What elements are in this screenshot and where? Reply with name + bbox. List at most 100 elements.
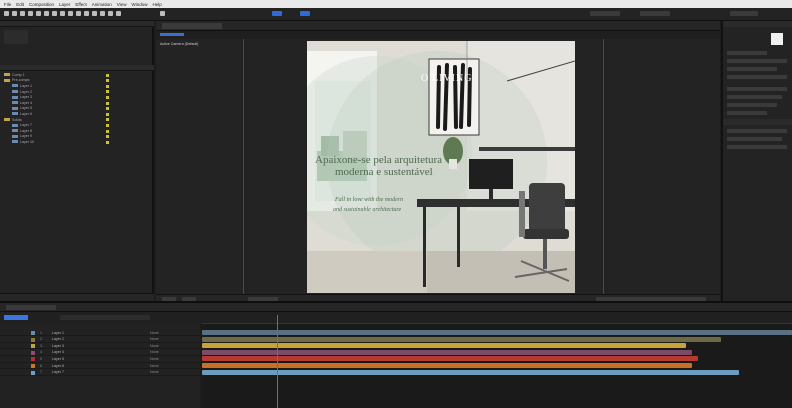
pan-behind-tool-icon[interactable] (52, 11, 57, 16)
property-row[interactable] (727, 87, 787, 91)
label-color-swatch[interactable] (106, 123, 109, 127)
menu-item-view[interactable]: View (117, 2, 127, 7)
layer-duration-bar[interactable] (202, 343, 686, 349)
property-row[interactable] (727, 129, 787, 133)
layer-name[interactable]: Layer 6 (52, 364, 64, 368)
layer-label-color[interactable] (31, 364, 35, 368)
fill-color-swatch[interactable] (272, 11, 282, 16)
timeline-layer-row[interactable]: 1 Layer 1 None (0, 330, 200, 337)
label-color-swatch[interactable] (106, 112, 109, 116)
roto-brush-tool-icon[interactable] (108, 11, 113, 16)
menu-item-edit[interactable]: Edit (16, 2, 24, 7)
menu-item-help[interactable]: Help (152, 2, 161, 7)
timeline-layer-row[interactable]: 5 Layer 5 None (0, 356, 200, 363)
clone-stamp-tool-icon[interactable] (92, 11, 97, 16)
shape-tool-icon[interactable] (60, 11, 65, 16)
menu-item-animation[interactable]: Animation (92, 2, 112, 7)
layer-duration-bar[interactable] (202, 336, 722, 342)
layer-duration-bar[interactable] (202, 369, 739, 375)
layer-label-color[interactable] (31, 350, 35, 355)
tab-composition[interactable] (162, 23, 222, 29)
layer-parent-dropdown[interactable]: None (150, 357, 159, 361)
layer-name[interactable]: Layer 2 (52, 337, 64, 341)
time-ruler[interactable] (202, 315, 792, 324)
layer-label-color[interactable] (31, 370, 35, 375)
layer-label-color[interactable] (31, 337, 35, 342)
timeline-layer-row[interactable]: 6 Layer 6 None (0, 363, 200, 370)
property-row[interactable] (727, 137, 782, 141)
property-row[interactable] (727, 145, 787, 149)
label-color-swatch[interactable] (106, 95, 109, 99)
property-row[interactable] (727, 111, 767, 115)
project-item[interactable]: Layer 10 (0, 139, 152, 145)
layer-duration-bar[interactable] (202, 330, 792, 335)
label-color-swatch[interactable] (106, 73, 109, 77)
menu-item-file[interactable]: File (4, 2, 11, 7)
composition-canvas[interactable]: Active Camera (Default) O'LIVING Apaixon… (156, 39, 720, 296)
layer-name[interactable]: Layer 5 (52, 357, 64, 361)
menu-item-window[interactable]: Window (131, 2, 147, 7)
property-row[interactable] (727, 75, 787, 79)
layer-duration-bar[interactable] (202, 363, 692, 368)
layer-name[interactable]: Layer 3 (52, 344, 64, 348)
label-color-swatch[interactable] (106, 84, 109, 88)
selection-tool-icon[interactable] (12, 11, 17, 16)
timeline-layer-row[interactable]: 2 Layer 2 None (0, 337, 200, 343)
timeline-layer-row[interactable]: 7 Layer 7 None (0, 370, 200, 376)
search-help-field[interactable] (730, 11, 758, 16)
stroke-color-swatch[interactable] (300, 11, 310, 16)
layer-duration-bar[interactable] (202, 349, 692, 355)
timeline-layer-bars (202, 324, 792, 408)
layer-label-color[interactable] (31, 344, 35, 349)
puppet-tool-icon[interactable] (116, 11, 121, 16)
playhead[interactable] (277, 315, 278, 408)
camera-tool-icon[interactable] (44, 11, 49, 16)
property-row[interactable] (727, 95, 782, 99)
layer-name[interactable]: Layer 7 (52, 370, 64, 374)
pen-tool-icon[interactable] (68, 11, 73, 16)
layer-label-color[interactable] (31, 357, 35, 362)
layer-search-field[interactable] (60, 315, 150, 320)
timeline-layer-row[interactable]: 4 Layer 4 None (0, 350, 200, 356)
label-color-swatch[interactable] (106, 129, 109, 133)
property-row[interactable] (727, 59, 787, 63)
label-color-swatch[interactable] (106, 79, 109, 83)
label-color-swatch[interactable] (106, 101, 109, 105)
layer-parent-dropdown[interactable]: None (150, 364, 159, 368)
layer-name[interactable]: Layer 4 (52, 350, 64, 354)
current-time-display[interactable] (4, 315, 28, 320)
layer-parent-dropdown[interactable]: None (150, 370, 159, 374)
workspace-learn-button[interactable] (640, 11, 670, 16)
layer-label-color[interactable] (31, 331, 35, 335)
label-color-swatch[interactable] (106, 90, 109, 94)
layer-parent-dropdown[interactable]: None (150, 350, 159, 354)
property-row[interactable] (727, 103, 777, 107)
artboard-image[interactable]: O'LIVING Apaixone-se pela arquitetura mo… (307, 41, 575, 293)
timeline-layer-row[interactable]: 3 Layer 3 None (0, 343, 200, 350)
eraser-tool-icon[interactable] (100, 11, 105, 16)
label-color-swatch[interactable] (106, 135, 109, 139)
layer-parent-dropdown[interactable]: None (150, 337, 159, 341)
property-row[interactable] (727, 51, 767, 55)
comp-breadcrumb-item[interactable] (160, 33, 184, 36)
rotate-tool-icon[interactable] (36, 11, 41, 16)
layer-parent-dropdown[interactable]: None (150, 331, 159, 335)
type-tool-icon[interactable] (76, 11, 81, 16)
menu-item-effect[interactable]: Effect (75, 2, 86, 7)
snapping-icon[interactable] (160, 11, 165, 16)
hand-tool-icon[interactable] (20, 11, 25, 16)
brush-tool-icon[interactable] (84, 11, 89, 16)
label-color-swatch[interactable] (106, 140, 109, 144)
property-row[interactable] (727, 67, 777, 71)
menu-item-layer[interactable]: Layer (59, 2, 70, 7)
fill-preview-icon[interactable] (771, 33, 783, 45)
label-color-swatch[interactable] (106, 118, 109, 122)
workspace-default-button[interactable] (590, 11, 620, 16)
home-icon[interactable] (4, 11, 9, 16)
zoom-tool-icon[interactable] (28, 11, 33, 16)
tab-timeline-comp[interactable] (6, 305, 56, 310)
label-color-swatch[interactable] (106, 107, 109, 111)
layer-parent-dropdown[interactable]: None (150, 344, 159, 348)
layer-name[interactable]: Layer 1 (52, 331, 64, 335)
menu-item-composition[interactable]: Composition (29, 2, 54, 7)
